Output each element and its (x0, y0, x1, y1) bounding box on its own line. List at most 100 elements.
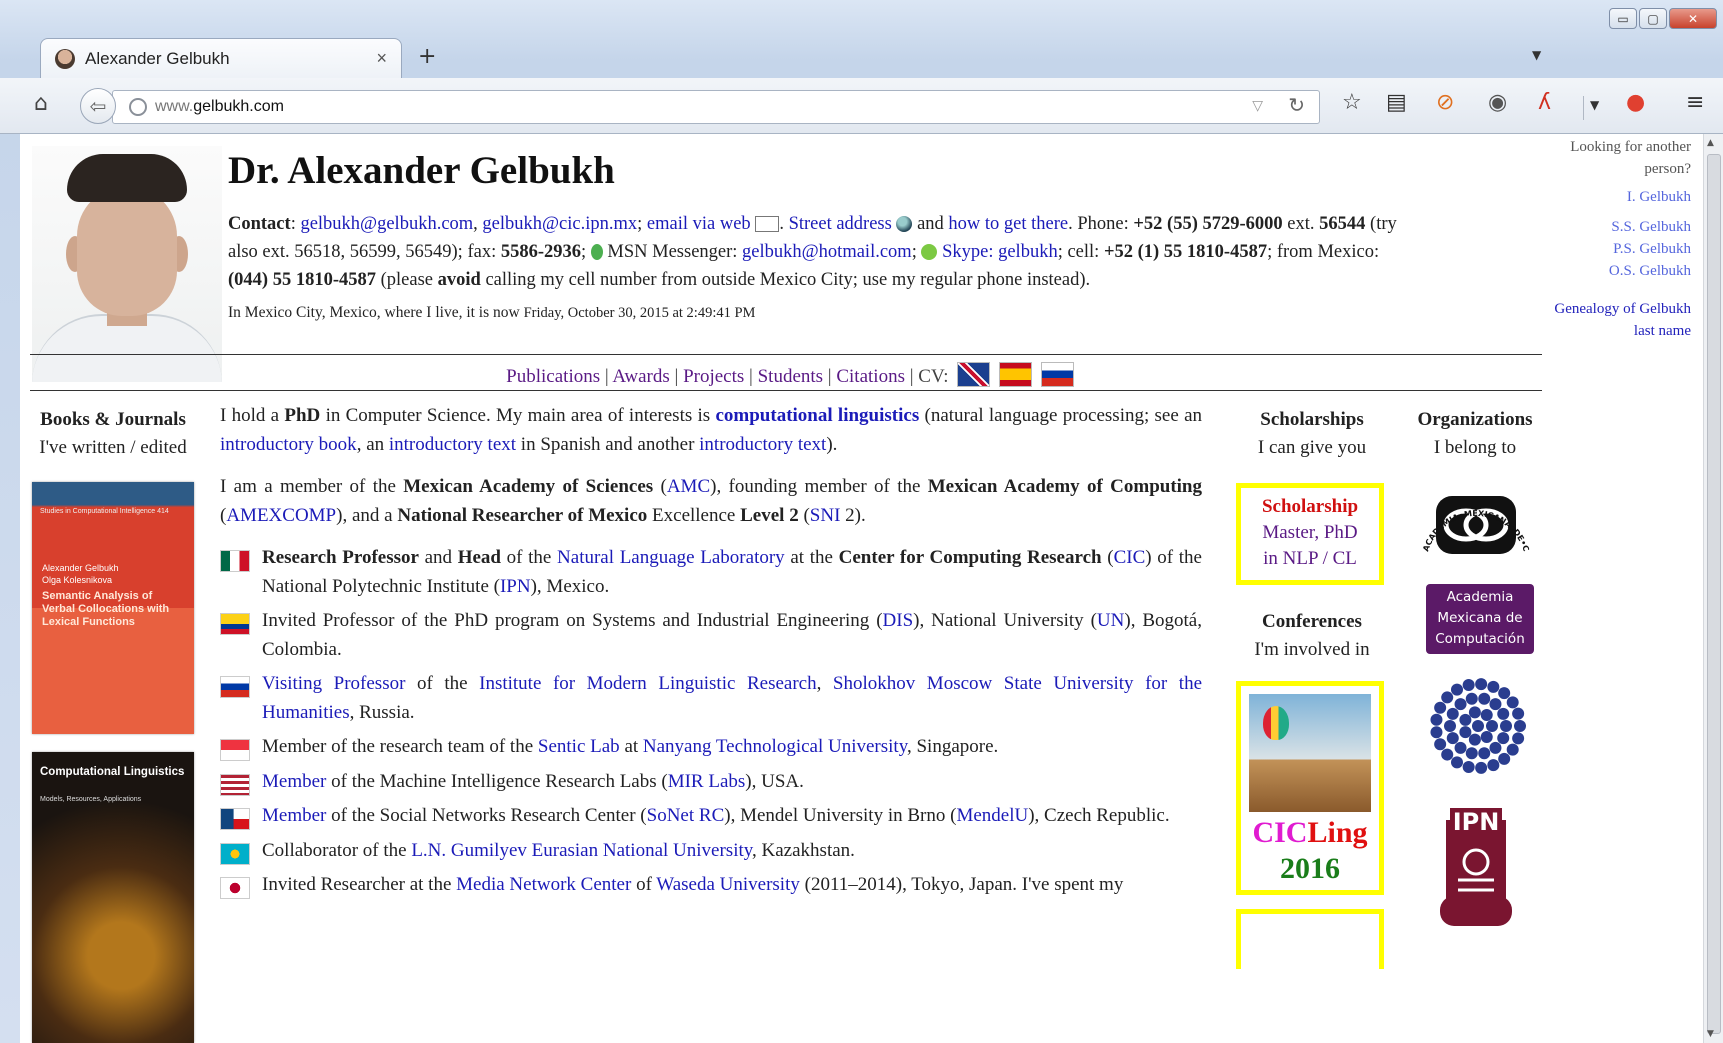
position-text: ), National University ( (913, 610, 1097, 631)
position-link[interactable]: DIS (883, 610, 914, 631)
position-link[interactable]: Waseda University (656, 874, 800, 895)
position-link[interactable]: Sentic Lab (538, 736, 620, 757)
amexcomp-logo[interactable]: Academia Mexicana de Computación (1426, 584, 1534, 654)
email-link-1[interactable]: gelbukh@gelbukh.com (300, 214, 473, 234)
logo-dot (1446, 732, 1459, 745)
cicling-banner[interactable]: CICLing 2016 (1236, 681, 1384, 895)
menu-citations[interactable]: Citations (836, 366, 905, 387)
tab-list-dropdown-icon[interactable]: ▼ (1532, 48, 1541, 62)
position-link[interactable]: UN (1097, 610, 1124, 631)
logo-dot (1498, 687, 1511, 700)
introductory-text-link[interactable]: introductory text (699, 434, 826, 455)
organization-dots-logo[interactable] (1424, 672, 1532, 780)
position-link[interactable]: Member (262, 771, 326, 792)
amc-logo[interactable]: ACADEMIA•MEXICANA•DE•CIENCIAS (1418, 482, 1534, 558)
position-link[interactable]: MendelU (956, 805, 1028, 826)
logo-dot (1478, 692, 1491, 705)
position-link[interactable]: Institute for Modern Linguistic Research (479, 673, 816, 694)
logo-dot (1468, 733, 1481, 746)
msn-label: MSN Messenger: (607, 242, 738, 262)
divider (30, 354, 1542, 355)
position-link[interactable]: Member (262, 805, 326, 826)
sni-link[interactable]: SNI (810, 505, 841, 526)
amc-link[interactable]: AMC (667, 476, 710, 497)
menu-awards[interactable]: Awards (612, 366, 669, 387)
close-window-button[interactable]: ✕ (1669, 8, 1717, 29)
vertical-scrollbar[interactable]: ▲ ▼ (1703, 134, 1723, 1043)
cv-spanish-flag-icon[interactable] (999, 362, 1033, 387)
scroll-down-icon[interactable]: ▼ (1707, 1029, 1714, 1039)
conferences-subheading: I'm involved in (1254, 639, 1370, 660)
introductory-book-link[interactable]: introductory book (220, 434, 357, 455)
back-button[interactable]: ⇦ (80, 88, 116, 124)
relative-link[interactable]: I. Gelbukh (1627, 189, 1691, 205)
position-link[interactable]: Media Network Center (456, 874, 631, 895)
position-link[interactable]: CIC (1114, 547, 1146, 568)
new-tab-button[interactable]: + (418, 44, 436, 69)
cv-english-flag-icon[interactable] (957, 362, 991, 387)
position-link[interactable]: L.N. Gumilyev Eurasian National Universi… (411, 840, 752, 861)
addon-icon[interactable]: ● (1626, 90, 1645, 115)
position-link[interactable]: Natural Language Laboratory (557, 547, 785, 568)
skype-link[interactable]: Skype: gelbukh (942, 242, 1058, 262)
scroll-thumb[interactable] (1707, 154, 1721, 1034)
conference-banner-2[interactable] (1236, 909, 1384, 969)
msn-link[interactable]: gelbukh@hotmail.com (742, 242, 912, 262)
street-address-link[interactable]: Street address (789, 214, 892, 234)
scroll-up-icon[interactable]: ▲ (1707, 138, 1714, 148)
menu-students[interactable]: Students (758, 366, 823, 387)
menu-projects[interactable]: Projects (683, 366, 744, 387)
position-link[interactable]: SoNet RC (647, 805, 725, 826)
msn-icon (590, 244, 603, 260)
reading-list-icon[interactable]: ▤ (1386, 90, 1407, 115)
relative-link[interactable]: S.S. Gelbukh (1611, 219, 1691, 235)
bookmark-star-icon[interactable]: ☆ (1342, 90, 1362, 115)
home-icon[interactable]: ⌂ (34, 91, 48, 116)
position-item: Research Professor and Head of the Natur… (220, 544, 1202, 601)
directions-link[interactable]: how to get there (948, 214, 1068, 234)
books-subheading: I've written / edited (39, 437, 187, 458)
book-cover-semantic-analysis[interactable]: Studies in Computational Intelligence 41… (32, 482, 194, 734)
extension-icon[interactable]: ◉ (1488, 90, 1507, 115)
logo-dot (1434, 701, 1447, 714)
reload-icon[interactable]: ↻ (1288, 93, 1305, 118)
position-item: Member of the research team of the Senti… (220, 733, 1202, 762)
dropdown-arrow-icon[interactable]: ▼ (1590, 98, 1599, 112)
adblock-icon[interactable]: ⊘ (1436, 90, 1454, 115)
position-text: ), Mexico. (530, 575, 610, 597)
menu-publications[interactable]: Publications (506, 366, 600, 387)
url-bar[interactable]: www. gelbukh.com ▽ ↻ (112, 90, 1320, 124)
introductory-text-spanish-link[interactable]: introductory text (389, 434, 516, 455)
position-text: Invited Researcher at the (262, 874, 457, 895)
site-identity-icon[interactable] (129, 98, 147, 116)
cv-russian-flag-icon[interactable] (1040, 362, 1074, 387)
position-text: of the Social Networks Research Center ( (326, 805, 647, 826)
position-link[interactable]: MIR Labs (668, 771, 746, 792)
tab-close-icon[interactable]: × (376, 48, 387, 69)
local-time: In Mexico City, Mexico, where I live, it… (228, 304, 755, 322)
relative-link[interactable]: P.S. Gelbukh (1613, 241, 1691, 257)
email-link-2[interactable]: gelbukh@cic.ipn.mx (482, 214, 637, 234)
relative-link[interactable]: O.S. Gelbukh (1609, 263, 1691, 279)
genealogy-link[interactable]: Genealogy of Gelbukh last name (1554, 301, 1691, 339)
computational-linguistics-link[interactable]: computational linguistics (715, 405, 919, 426)
ipn-logo[interactable]: IPN (1428, 800, 1524, 936)
history-dropdown-icon[interactable]: ▽ (1252, 97, 1263, 114)
cicling-photo (1249, 694, 1371, 812)
maximize-button[interactable]: ▢ (1639, 8, 1667, 29)
book-series: Studies in Computational Intelligence 41… (40, 508, 169, 515)
amexcomp-link[interactable]: AMEXCOMP (226, 505, 336, 526)
mexico-flag-icon (220, 550, 250, 572)
acrobat-icon[interactable]: ʎ (1538, 90, 1551, 115)
minimize-button[interactable]: ▭ (1609, 8, 1637, 29)
browser-tab[interactable]: Alexander Gelbukh × (40, 38, 402, 78)
book-cover-computational-linguistics[interactable]: Computational Linguistics Models, Resour… (32, 752, 194, 1043)
scholarship-banner[interactable]: Scholarship Master, PhD in NLP / CL (1236, 483, 1384, 585)
email-via-web-link[interactable]: email via web (647, 214, 751, 234)
logo-dot (1454, 741, 1467, 754)
position-link[interactable]: IPN (500, 576, 531, 597)
ext-label: ext. (1287, 214, 1315, 234)
position-link[interactable]: Visiting Professor (262, 673, 405, 694)
menu-hamburger-icon[interactable]: ≡ (1686, 90, 1704, 115)
position-link[interactable]: Nanyang Technological University (643, 736, 907, 757)
